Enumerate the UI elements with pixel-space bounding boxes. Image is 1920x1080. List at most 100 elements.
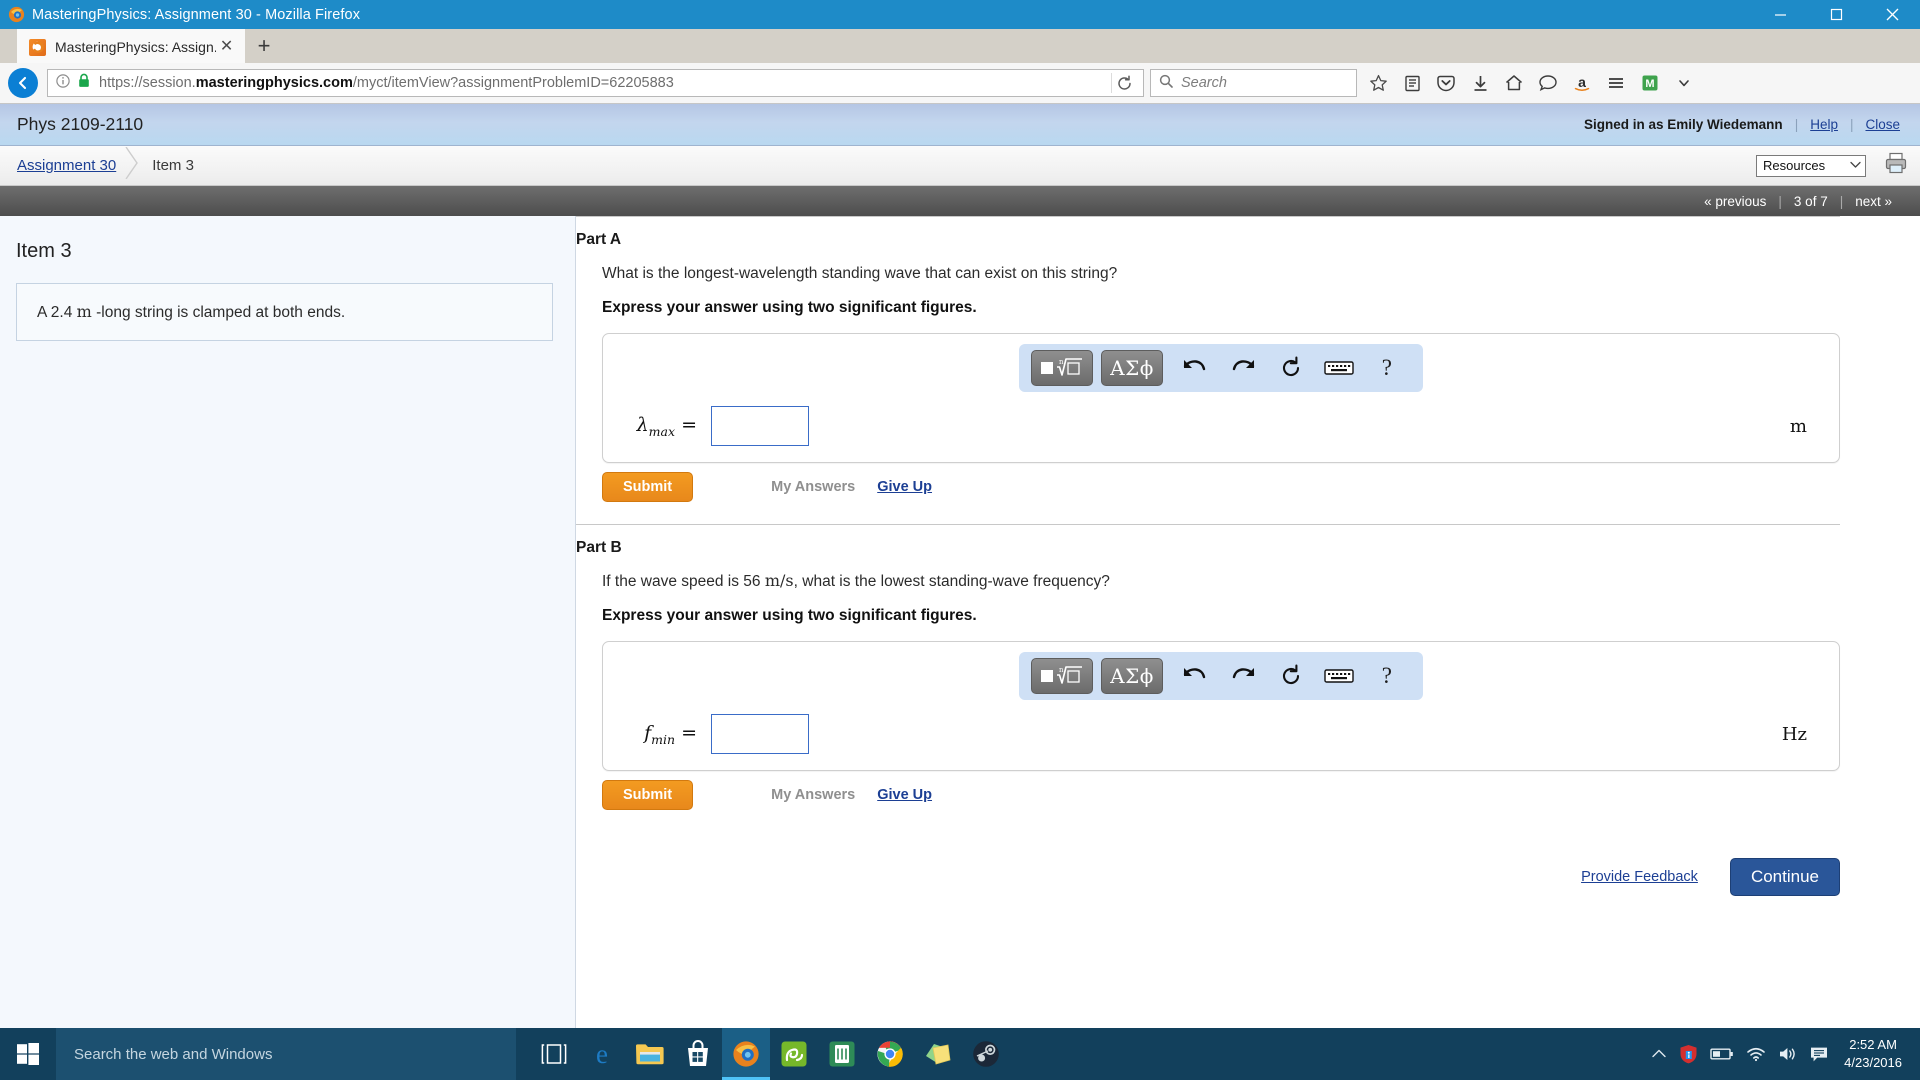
part-b-reset-icon[interactable] xyxy=(1267,658,1315,694)
close-link[interactable]: Close xyxy=(1865,117,1900,132)
search-bar[interactable]: Search xyxy=(1150,69,1357,97)
part-b-greek-button[interactable]: ΑΣϕ xyxy=(1101,658,1163,694)
part-a-give-up-link[interactable]: Give Up xyxy=(877,479,932,495)
page-title: Item 3 xyxy=(16,240,72,262)
minimize-button[interactable] xyxy=(1752,0,1808,29)
next-item-button[interactable]: next » xyxy=(1843,194,1904,209)
tab-label: MasteringPhysics: Assign... xyxy=(55,39,217,55)
part-a-actions: Submit My Answers Give Up xyxy=(602,472,1840,502)
new-tab-button[interactable]: + xyxy=(245,29,283,63)
part-b-help-icon[interactable]: ? xyxy=(1363,658,1411,694)
part-b-my-answers-label[interactable]: My Answers xyxy=(771,787,855,803)
part-a-redo-icon[interactable] xyxy=(1219,350,1267,386)
onenote-icon[interactable] xyxy=(818,1028,866,1080)
course-title: Phys 2109-2110 xyxy=(17,114,144,134)
microsoft-edge-icon[interactable]: e xyxy=(578,1028,626,1080)
home-icon[interactable] xyxy=(1497,66,1531,100)
amazon-icon[interactable]: a xyxy=(1565,66,1599,100)
wifi-icon[interactable] xyxy=(1746,1046,1766,1062)
svg-text:a: a xyxy=(1578,74,1586,90)
pager-position-label: 3 of 7 xyxy=(1793,193,1828,209)
microsoft-store-icon[interactable] xyxy=(674,1028,722,1080)
breadcrumb-assignment-link[interactable]: Assignment 30 xyxy=(17,157,116,174)
extension-icon[interactable]: M xyxy=(1633,66,1667,100)
chat-bubble-icon[interactable] xyxy=(1531,66,1565,100)
help-link[interactable]: Help xyxy=(1810,117,1838,132)
show-hidden-icons-chevron-icon[interactable] xyxy=(1651,1048,1667,1060)
bookmark-star-icon[interactable] xyxy=(1361,66,1395,100)
maximize-button[interactable] xyxy=(1808,0,1864,29)
taskbar-clock[interactable]: 2:52 AM 4/23/2016 xyxy=(1840,1036,1910,1071)
part-a-question-pre: What is the longest-wavelength standing … xyxy=(602,265,1118,282)
part-b-variable-label: fmin = xyxy=(619,722,711,747)
sticky-notes-icon[interactable] xyxy=(914,1028,962,1080)
resources-dropdown[interactable]: Resources xyxy=(1756,154,1866,177)
continue-button[interactable]: Continue xyxy=(1729,858,1840,896)
browser-tab[interactable]: MasteringPhysics: Assign... ✕ xyxy=(17,29,245,63)
taskbar-search-input[interactable]: Search the web and Windows xyxy=(56,1028,516,1080)
firefox-window: MasteringPhysics: Assignment 30 - Mozill… xyxy=(0,0,1920,1080)
part-a-equals-sign: = xyxy=(681,413,697,436)
print-icon[interactable] xyxy=(1884,152,1908,179)
breadcrumb-chevron-icon xyxy=(124,146,140,184)
overflow-chevron-icon[interactable] xyxy=(1667,66,1701,100)
url-bar[interactable]: https://session.masteringphysics.com/myc… xyxy=(47,69,1144,97)
part-b-question-pre: If the wave speed is 56 xyxy=(602,573,765,590)
start-button[interactable] xyxy=(0,1028,56,1080)
part-b-undo-icon[interactable] xyxy=(1171,658,1219,694)
part-b-give-up-link[interactable]: Give Up xyxy=(877,787,932,803)
url-identity-box[interactable] xyxy=(56,73,90,93)
part-b-equals-sign: = xyxy=(681,721,697,744)
reading-list-icon[interactable] xyxy=(1395,66,1429,100)
provide-feedback-link[interactable]: Provide Feedback xyxy=(1581,869,1698,885)
security-shield-icon[interactable] xyxy=(1679,1044,1698,1064)
file-explorer-icon[interactable] xyxy=(626,1028,674,1080)
steam-icon[interactable] xyxy=(962,1028,1010,1080)
volume-icon[interactable] xyxy=(1778,1046,1798,1062)
reload-icon[interactable] xyxy=(1111,73,1137,93)
part-b-math-template-button[interactable]: n xyxy=(1031,658,1094,694)
part-a-greek-button[interactable]: ΑΣϕ xyxy=(1101,350,1163,386)
url-text: https://session.masteringphysics.com/myc… xyxy=(99,75,1111,91)
problem-pane: Item 3 A 2.4 m -long string is clamped a… xyxy=(0,216,576,1028)
inkscape-icon[interactable] xyxy=(770,1028,818,1080)
window-controls xyxy=(1752,0,1920,29)
part-b-keyboard-icon[interactable] xyxy=(1315,658,1363,694)
part-a-submit-button[interactable]: Submit xyxy=(602,472,694,502)
pocket-icon[interactable] xyxy=(1429,66,1463,100)
breadcrumb-current-item: Item 3 xyxy=(152,157,194,174)
part-b-answer-input[interactable] xyxy=(711,714,809,754)
svg-text:e: e xyxy=(596,1039,608,1069)
padlock-secure-icon[interactable] xyxy=(78,73,90,93)
action-center-icon[interactable] xyxy=(1810,1046,1828,1063)
part-b-redo-icon[interactable] xyxy=(1219,658,1267,694)
part-a-reset-icon[interactable] xyxy=(1267,350,1315,386)
downloads-icon[interactable] xyxy=(1463,66,1497,100)
part-b-unit-label: Hz xyxy=(1781,723,1807,745)
part-a-unit-label: m xyxy=(1789,415,1807,437)
part-a-variable-symbol: λ xyxy=(636,413,649,436)
part-a-answer-input[interactable] xyxy=(711,406,809,446)
signed-in-label: Signed in as Emily Wiedemann xyxy=(1584,117,1783,132)
tab-close-icon[interactable]: ✕ xyxy=(216,39,237,55)
page-info-icon[interactable] xyxy=(56,73,70,93)
url-path: /myct/itemView?assignmentProblemID=62205… xyxy=(352,75,674,91)
windows-taskbar: Search the web and Windows e 2:52 AM 4/2… xyxy=(0,1028,1920,1080)
part-b-submit-button[interactable]: Submit xyxy=(602,780,694,810)
hamburger-menu-icon[interactable] xyxy=(1599,66,1633,100)
part-a-math-template-button[interactable]: n xyxy=(1031,350,1094,386)
previous-item-button[interactable]: « previous xyxy=(1692,194,1778,209)
taskbar-search-placeholder: Search the web and Windows xyxy=(74,1045,273,1063)
svg-text:n: n xyxy=(1059,358,1064,366)
toolbar-icons: a M xyxy=(1361,66,1701,100)
google-chrome-icon[interactable] xyxy=(866,1028,914,1080)
back-button[interactable] xyxy=(8,68,38,98)
task-view-icon[interactable] xyxy=(530,1028,578,1080)
part-a-keyboard-icon[interactable] xyxy=(1315,350,1363,386)
firefox-taskbar-icon[interactable] xyxy=(722,1028,770,1080)
part-a-my-answers-label[interactable]: My Answers xyxy=(771,479,855,495)
part-a-undo-icon[interactable] xyxy=(1171,350,1219,386)
battery-icon[interactable] xyxy=(1710,1047,1734,1061)
close-button[interactable] xyxy=(1864,0,1920,29)
part-a-help-icon[interactable]: ? xyxy=(1363,350,1411,386)
